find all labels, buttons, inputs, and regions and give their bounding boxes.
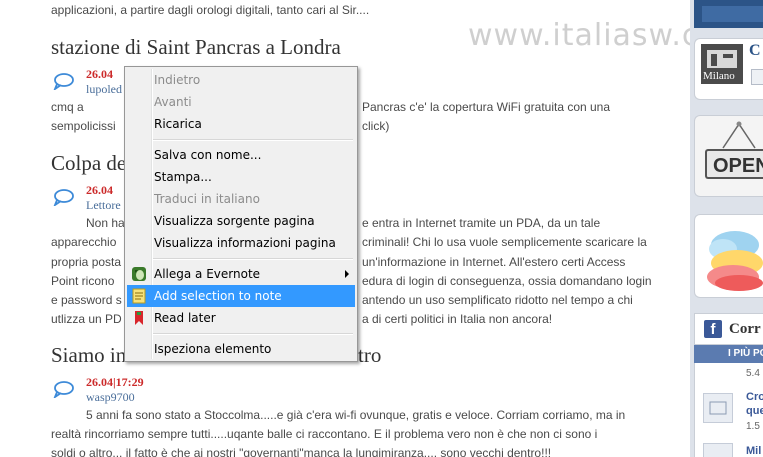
evernote-icon bbox=[132, 267, 146, 281]
submenu-arrow-icon bbox=[345, 270, 349, 278]
comment-text-line: antendo un uso semplificato ridotto nel … bbox=[362, 293, 633, 307]
comment-text-line: soldi o altro... il fatto è che ai nostr… bbox=[51, 446, 552, 457]
post-title-siamo[interactable]: Siamo in bbox=[51, 343, 126, 368]
sign-hanger-icon bbox=[722, 121, 756, 149]
comment-text-line: a di certi politici in Italia non ancora… bbox=[362, 312, 553, 326]
comment-text-line: i click) bbox=[356, 119, 390, 133]
comment-text-line: apparecchio bbox=[51, 235, 117, 249]
comment-text-line: cmq a bbox=[51, 100, 84, 114]
comment-text-line: edura di login di conseguenza, ossia dom… bbox=[362, 274, 652, 288]
milano-small-icon bbox=[751, 69, 763, 85]
open-sign: OPEN bbox=[705, 149, 763, 179]
facebook-list: 5.4 Cro que 1.5 Mil bbox=[694, 363, 763, 457]
facebook-widget-header: f Corr bbox=[694, 313, 763, 345]
facebook-count: 1.5 bbox=[746, 421, 760, 432]
context-menu: Indietro Avanti Ricarica Salva con nome.… bbox=[124, 66, 358, 362]
comment-text-line: e password s bbox=[51, 293, 122, 307]
menu-item-save-as[interactable]: Salva con nome... bbox=[127, 144, 355, 166]
menu-item-back[interactable]: Indietro bbox=[127, 69, 355, 91]
post-title-saint-pancras[interactable]: stazione di Saint Pancras a Londra bbox=[51, 35, 341, 60]
menu-item-forward[interactable]: Avanti bbox=[127, 91, 355, 113]
menu-item-translate[interactable]: Traduci in italiano bbox=[127, 188, 355, 210]
comment-text-line: Non ha bbox=[86, 216, 125, 230]
open-sign-widget[interactable]: OPEN bbox=[694, 115, 763, 197]
facebook-link[interactable]: Cro bbox=[746, 391, 763, 403]
right-sidebar: Milano C OPEN f Corr I PIÙ PO 5.4 Cr bbox=[690, 0, 763, 457]
menu-item-inspect-element[interactable]: Ispeziona elemento bbox=[127, 338, 355, 360]
note-icon bbox=[132, 288, 146, 304]
menu-separator bbox=[153, 258, 353, 260]
sidebar-top-bar bbox=[694, 0, 763, 28]
post-title-siamo-tail[interactable]: tro bbox=[358, 343, 381, 368]
menu-item-evernote[interactable]: Allega a Evernote bbox=[127, 263, 355, 285]
image-placeholder-icon bbox=[709, 401, 727, 415]
menu-item-reload[interactable]: Ricarica bbox=[127, 113, 355, 135]
facebook-thumb[interactable] bbox=[703, 443, 733, 457]
menu-item-view-source[interactable]: Visualizza sorgente pagina bbox=[127, 210, 355, 232]
facebook-link[interactable]: que bbox=[746, 405, 763, 417]
comment-text-line: realtà rincorriamo sempre tutti.....uqan… bbox=[51, 427, 598, 441]
comment-text-line: propria posta bbox=[51, 255, 122, 269]
menu-item-add-selection-to-note[interactable]: Add selection to note bbox=[127, 285, 355, 307]
facebook-subbar: I PIÙ PO bbox=[694, 345, 763, 363]
menu-separator bbox=[153, 139, 353, 141]
menu-item-page-info[interactable]: Visualizza informazioni pagina bbox=[127, 232, 355, 254]
comment-bubble-icon bbox=[53, 189, 74, 206]
comment-author[interactable]: wasp9700 bbox=[86, 390, 135, 405]
milano-widget[interactable]: Milano C bbox=[694, 38, 763, 100]
comment-text-line: sempolicissi bbox=[51, 119, 116, 133]
comment-text-line: utlizza un PD bbox=[51, 312, 122, 326]
milano-label: Milano bbox=[703, 70, 735, 82]
comment-bubble-icon bbox=[53, 73, 74, 90]
milano-heading[interactable]: C bbox=[749, 42, 761, 60]
comment-author[interactable]: lupoled bbox=[86, 82, 122, 97]
post-title-colpa[interactable]: Colpa de bbox=[51, 151, 126, 176]
facebook-subbar-text: I PIÙ PO bbox=[728, 348, 763, 359]
facebook-icon[interactable]: f bbox=[704, 320, 722, 338]
menu-item-print[interactable]: Stampa... bbox=[127, 166, 355, 188]
comment-text-line: un'informazione in Internet. All'estero … bbox=[362, 255, 626, 269]
facebook-count: 5.4 bbox=[746, 368, 760, 379]
comment-text-line: 5 anni fa sono stato a Stoccolma.....e g… bbox=[86, 408, 626, 422]
comment-bubble-icon bbox=[53, 381, 74, 398]
milano-thumbnail[interactable]: Milano bbox=[701, 44, 743, 84]
menu-separator bbox=[153, 333, 353, 335]
facebook-widget-title[interactable]: Corr bbox=[729, 321, 761, 338]
comment-text-line: e entra in Internet tramite un PDA, da u… bbox=[362, 216, 601, 230]
menu-item-read-later[interactable]: Read later bbox=[127, 307, 355, 329]
cloud-widget[interactable] bbox=[694, 214, 763, 298]
comment-date: 26.04|17:29 bbox=[86, 375, 144, 389]
facebook-link[interactable]: Mil bbox=[746, 445, 761, 457]
comment-author[interactable]: Lettore bbox=[86, 198, 121, 213]
comment-text-line: Pancras c'e' la copertura WiFi gratuita … bbox=[362, 100, 611, 114]
bookmark-icon bbox=[135, 311, 143, 325]
comment-date: 26.04 bbox=[86, 183, 113, 197]
comment-text-line: criminali! Chi lo usa vuole semplicement… bbox=[362, 235, 647, 249]
cloud-icon bbox=[707, 231, 763, 291]
post-excerpt-top: applicazioni, a partire dagli orologi di… bbox=[51, 3, 370, 17]
comment-text-line: Point ricono bbox=[51, 274, 115, 288]
facebook-thumb[interactable] bbox=[703, 393, 733, 423]
comment-date: 26.04 bbox=[86, 67, 113, 81]
